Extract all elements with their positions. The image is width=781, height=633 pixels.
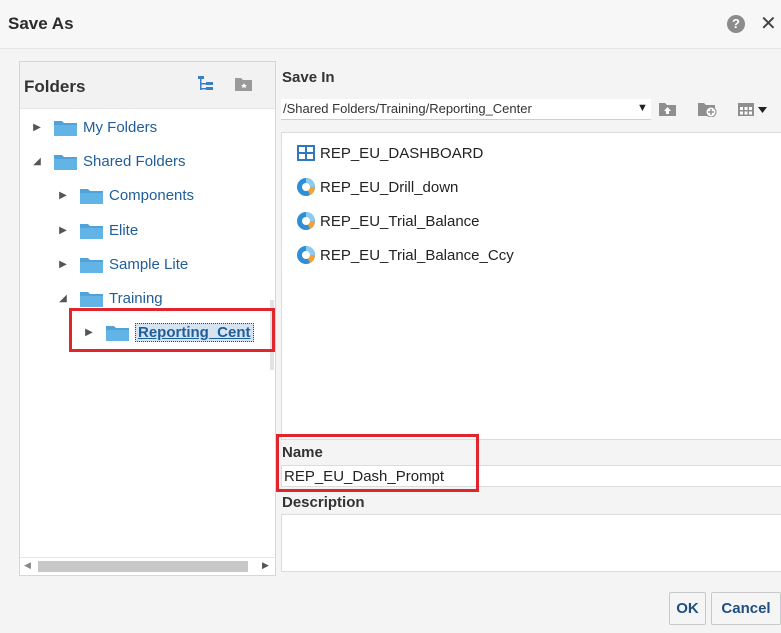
expand-arrow-icon[interactable]: ▶ <box>56 259 70 270</box>
expand-arrow-icon[interactable]: ▶ <box>56 190 70 201</box>
highlight-box-name <box>276 434 479 492</box>
collapse-arrow-icon[interactable]: ◢ <box>56 293 70 304</box>
new-folder-icon[interactable] <box>235 76 253 92</box>
file-item-analysis[interactable]: REP_EU_Trial_Balance_Ccy <box>296 243 514 267</box>
folder-icon <box>80 188 103 204</box>
analysis-icon <box>297 212 315 230</box>
scrollbar-thumb[interactable] <box>38 561 248 572</box>
file-item-analysis[interactable]: REP_EU_Trial_Balance <box>296 209 480 233</box>
folders-title: Folders <box>24 77 86 96</box>
tree-item-label: My Folders <box>83 118 158 136</box>
new-folder-icon[interactable] <box>698 101 718 117</box>
tree-item-components[interactable]: ▶ Components <box>56 182 194 208</box>
tree-item-label: Elite <box>109 221 139 239</box>
save-in-label: Save In <box>282 69 335 86</box>
tree-view-icon[interactable] <box>198 76 214 92</box>
save-in-path-value: /Shared Folders/Training/Reporting_Cente… <box>283 101 532 116</box>
dialog-title: Save As <box>8 14 74 33</box>
scroll-left-icon[interactable]: ◀ <box>24 560 31 571</box>
ok-button[interactable]: OK <box>669 592 706 625</box>
file-item-analysis[interactable]: REP_EU_Drill_down <box>296 175 458 199</box>
file-name: REP_EU_Trial_Balance <box>320 212 480 230</box>
folders-header: Folders <box>20 62 275 109</box>
tree-item-elite[interactable]: ▶ Elite <box>56 217 138 243</box>
tree-item-sample-lite[interactable]: ▶ Sample Lite <box>56 251 188 277</box>
file-name: REP_EU_DASHBOARD <box>320 144 484 162</box>
scroll-right-icon[interactable]: ▶ <box>262 560 269 571</box>
analysis-icon <box>297 178 315 196</box>
save-in-path-dropdown[interactable]: /Shared Folders/Training/Reporting_Cente… <box>281 99 651 120</box>
cancel-button[interactable]: Cancel <box>711 592 781 625</box>
dialog-titlebar: Save As ? ✕ <box>0 0 781 49</box>
up-folder-icon[interactable] <box>659 101 677 117</box>
analysis-icon <box>297 246 315 264</box>
tree-item-label: Sample Lite <box>109 255 189 273</box>
folder-icon <box>54 120 77 136</box>
folder-icon <box>80 257 103 273</box>
folder-icon <box>54 154 77 170</box>
tree-item-label: Shared Folders <box>83 152 186 170</box>
expand-arrow-icon[interactable]: ▶ <box>56 225 70 236</box>
collapse-arrow-icon[interactable]: ◢ <box>30 156 44 167</box>
chevron-down-icon[interactable]: ▼ <box>637 102 648 114</box>
tree-item-label: Components <box>109 186 195 204</box>
file-name: REP_EU_Drill_down <box>320 178 459 196</box>
dashboard-icon <box>297 145 315 161</box>
folder-icon <box>80 223 103 239</box>
expand-arrow-icon[interactable]: ▶ <box>30 122 44 133</box>
view-options-icon[interactable] <box>738 101 768 117</box>
description-field[interactable] <box>281 514 781 572</box>
file-item-dashboard[interactable]: REP_EU_DASHBOARD <box>296 141 483 165</box>
tree-item-shared-folders[interactable]: ◢ Shared Folders <box>30 148 186 174</box>
horizontal-scrollbar[interactable]: ◀ ▶ <box>20 557 275 575</box>
folder-icon <box>80 291 103 307</box>
tree-item-label: Training <box>109 289 163 307</box>
close-icon[interactable]: ✕ <box>760 11 777 36</box>
tree-item-my-folders[interactable]: ▶ My Folders <box>30 114 157 140</box>
file-name: REP_EU_Trial_Balance_Ccy <box>320 246 514 264</box>
file-list: REP_EU_DASHBOARD REP_EU_Drill_down REP_E… <box>281 132 781 440</box>
help-icon[interactable]: ? <box>727 15 745 33</box>
description-label: Description <box>282 494 365 511</box>
highlight-box-folder <box>69 308 275 352</box>
